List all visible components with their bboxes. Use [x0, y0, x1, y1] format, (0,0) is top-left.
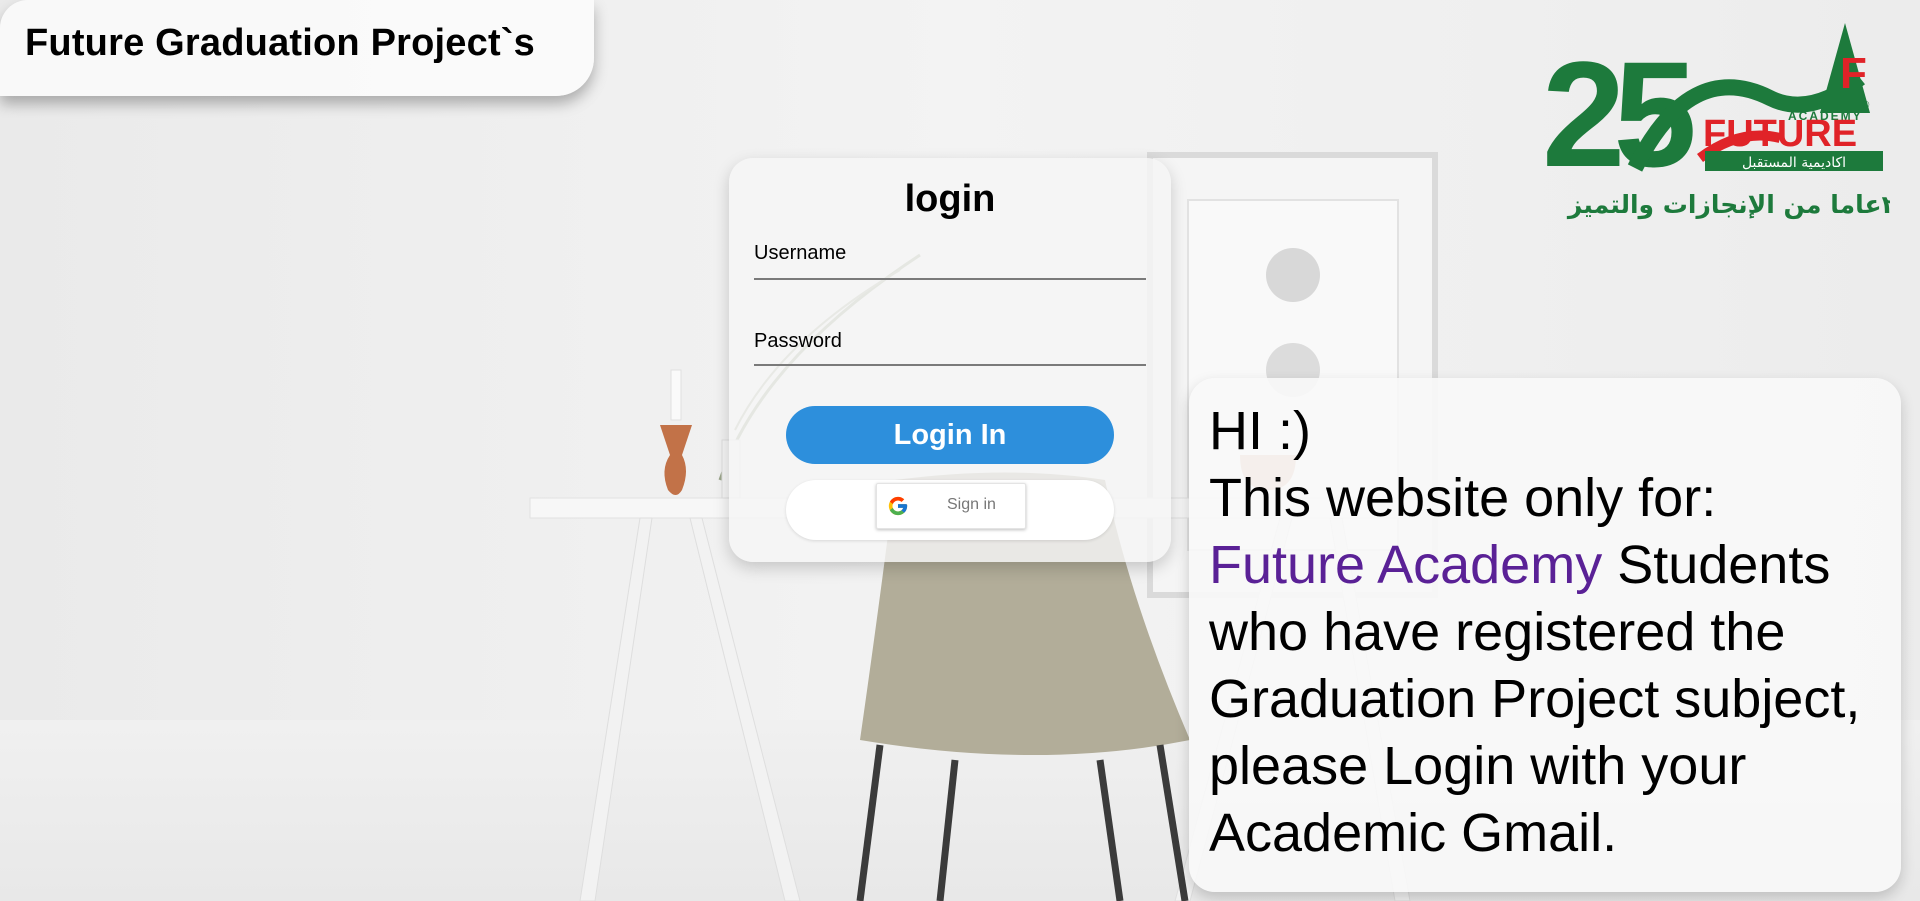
- candle: [670, 369, 682, 421]
- site-title-pill: Future Graduation Project`s: [0, 0, 594, 96]
- google-signin-label: Sign in: [947, 496, 996, 513]
- info-body: Future Academy Students who have registe…: [1209, 532, 1889, 867]
- site-title: Future Graduation Project`s: [25, 22, 536, 64]
- google-signin-container: Sign in: [786, 480, 1114, 540]
- academy-name: Future Academy: [1209, 535, 1603, 595]
- login-heading: login: [904, 178, 996, 220]
- info-greeting: HI :): [1209, 401, 1311, 461]
- logo-brand: FUTURE: [1703, 113, 1857, 155]
- password-input[interactable]: [754, 330, 1146, 366]
- logo-arabic-tagline: ٢٥عاما من الإنجازات والتميز: [1566, 190, 1890, 220]
- google-signin-button[interactable]: Sign in: [876, 483, 1026, 529]
- future-academy-25-logo: 25 F ACADEMY ® FUTURE اكاديمية المستقبل …: [1542, 23, 1890, 220]
- google-g-icon: [888, 496, 908, 516]
- info-intro: This website only for:: [1209, 468, 1717, 528]
- info-panel: HI :) This website only for: Future Acad…: [1189, 378, 1901, 892]
- login-button[interactable]: Login In: [786, 406, 1114, 464]
- logo-registered: ®: [1862, 100, 1870, 111]
- logo-arabic-name: اكاديمية المستقبل: [1742, 155, 1846, 171]
- login-card: login Username Password Login In Sign in: [729, 158, 1171, 562]
- logo-f-mark: F: [1840, 49, 1867, 98]
- info-text: HI :) This website only for: Future Acad…: [1209, 398, 1889, 867]
- username-input[interactable]: [754, 244, 1146, 280]
